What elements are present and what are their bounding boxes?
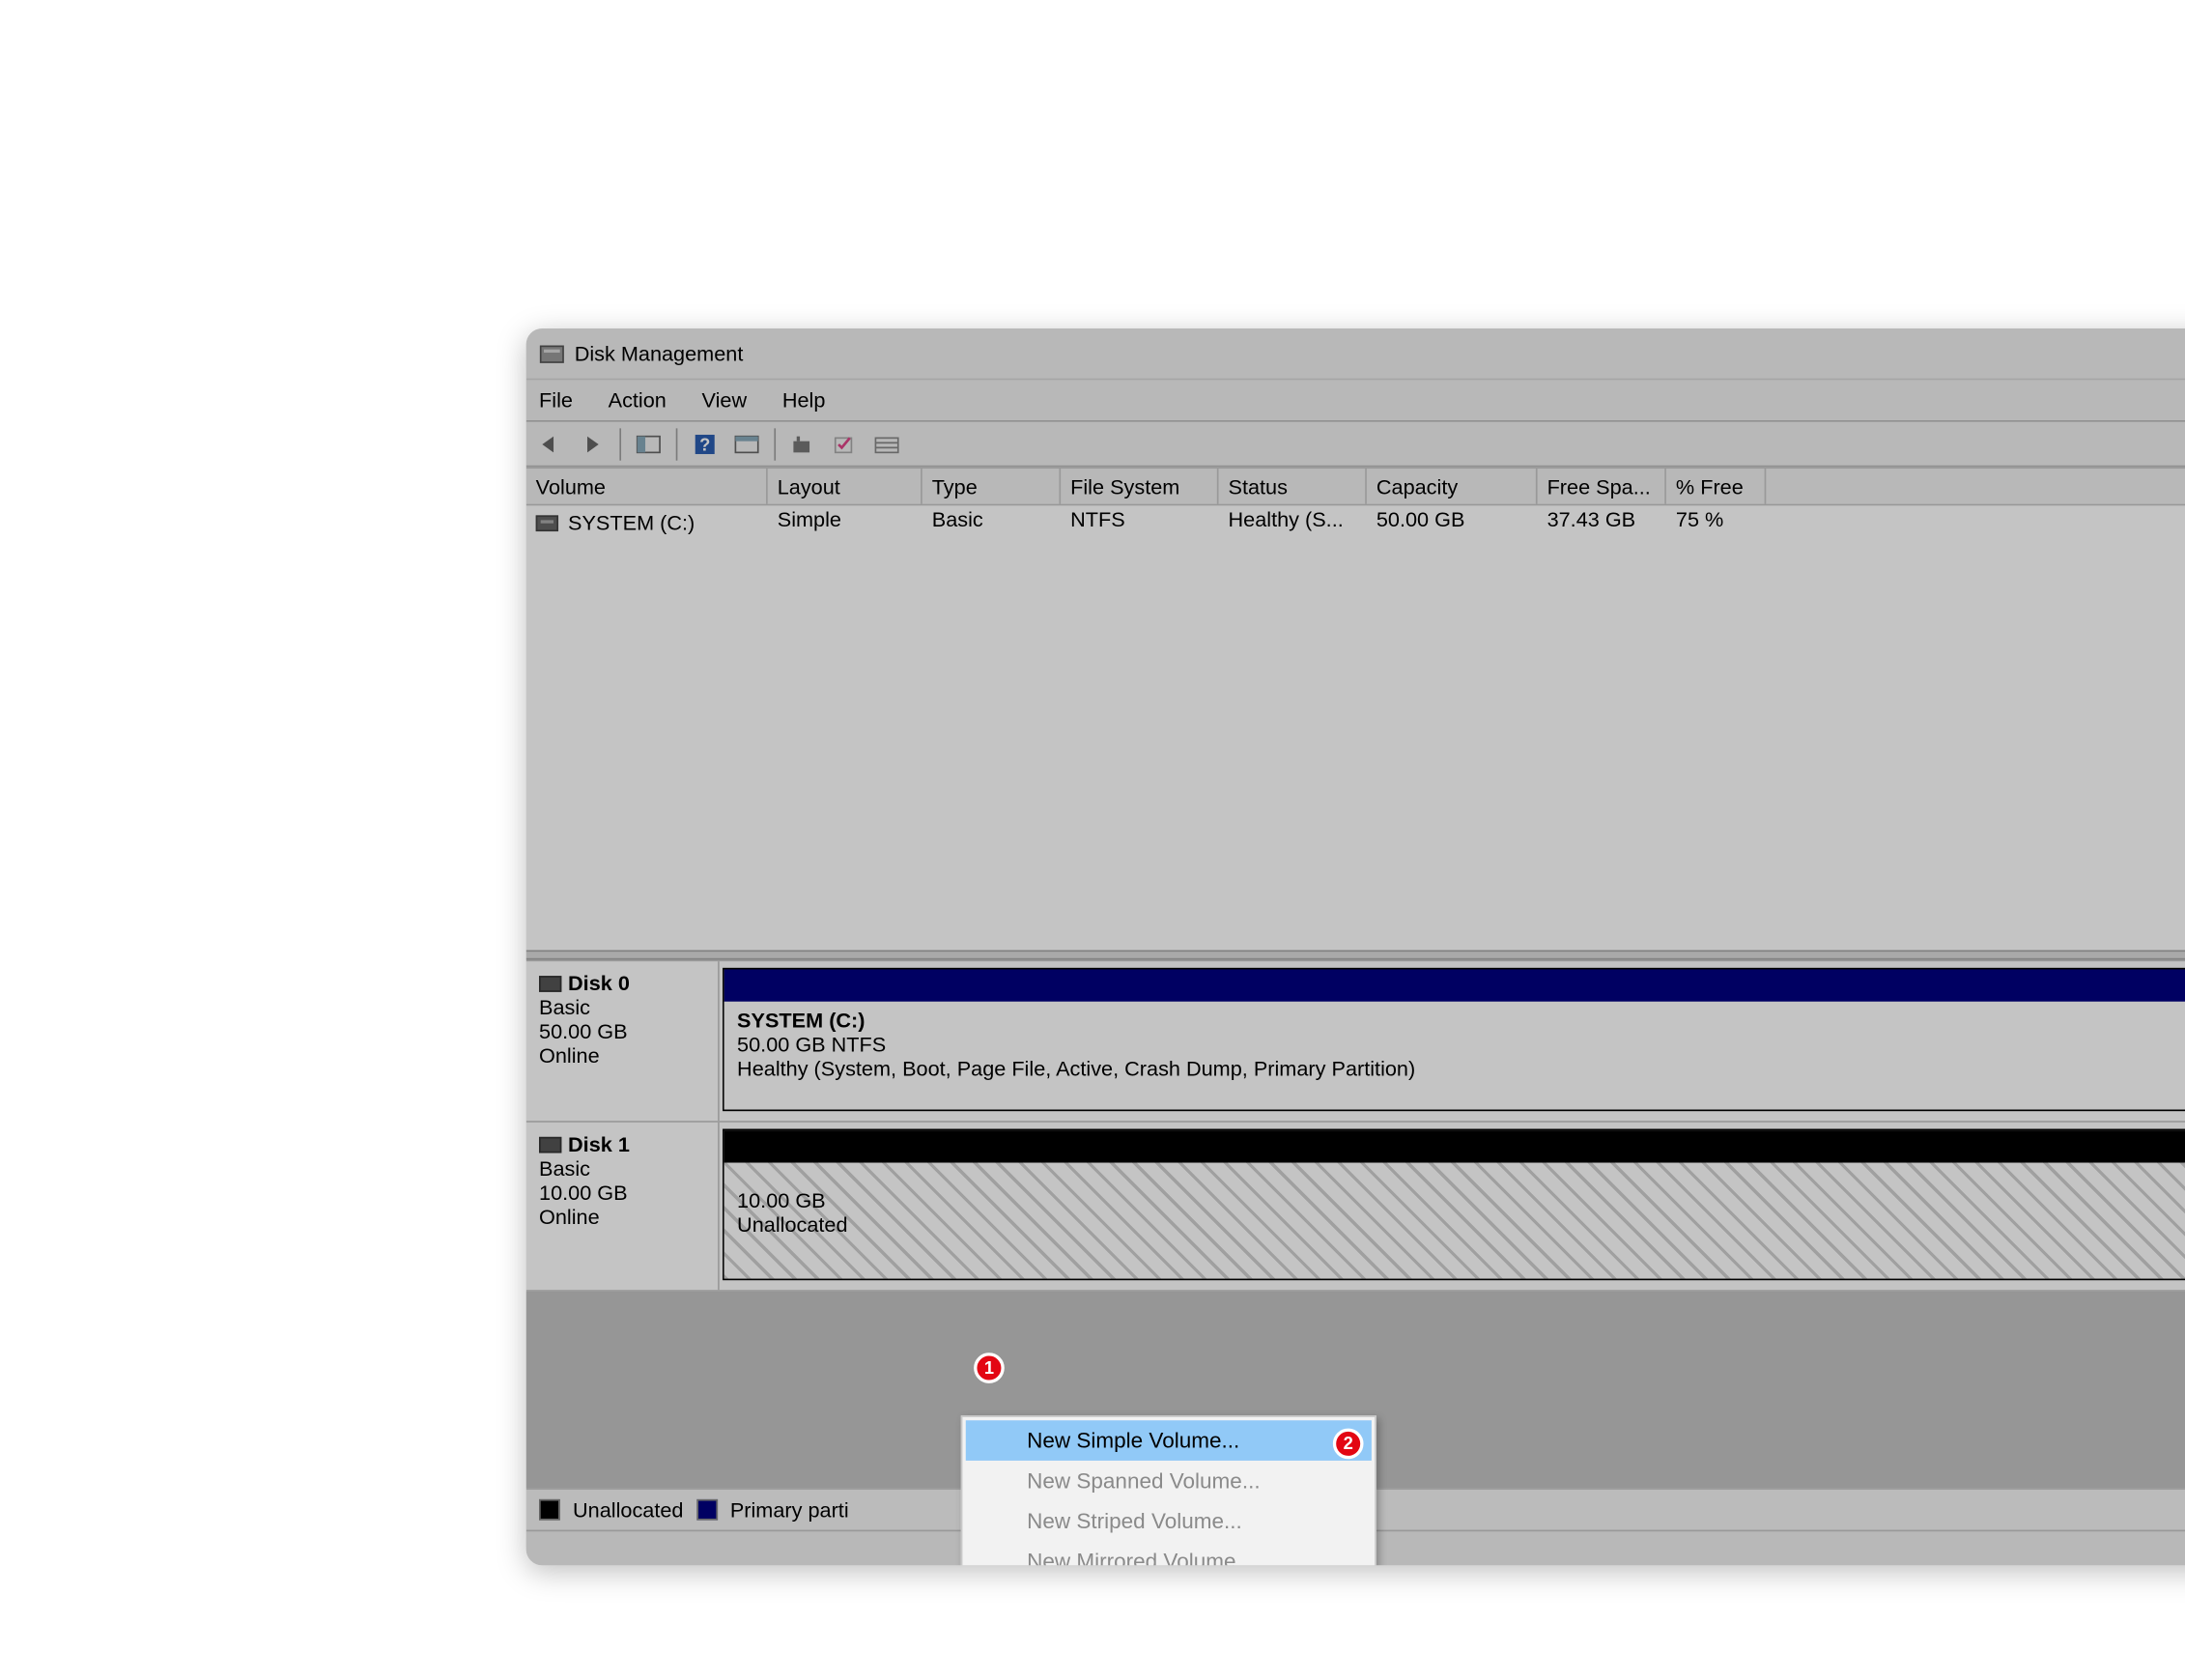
ctx-new-spanned-volume: New Spanned Volume... — [965, 1461, 1371, 1501]
volume-status: Healthy (S... — [1218, 505, 1366, 539]
menu-view[interactable]: View — [685, 386, 762, 413]
disk-0-partition-system[interactable]: SYSTEM (C:) 50.00 GB NTFS Healthy (Syste… — [723, 968, 2185, 1111]
disk-1-unallocated[interactable]: 10.00 GB Unallocated — [723, 1129, 2185, 1281]
toolbar: ? — [525, 422, 2185, 468]
titlebar: Disk Management — [525, 328, 2185, 380]
app-icon — [539, 341, 565, 367]
disk-icon — [539, 1136, 561, 1153]
volume-list[interactable]: SYSTEM (C:) Simple Basic NTFS Healthy (S… — [525, 505, 2185, 950]
volume-capacity: 50.00 GB — [1366, 505, 1537, 539]
col-filesystem[interactable]: File System — [1061, 469, 1218, 504]
context-menu: New Simple Volume... New Spanned Volume.… — [960, 1415, 1376, 1565]
disk-map: Disk 0 Basic 50.00 GB Online SYSTEM (C:)… — [525, 959, 2185, 1291]
col-status[interactable]: Status — [1218, 469, 1366, 504]
partition-header-primary — [724, 969, 2185, 1001]
disk-0-info[interactable]: Disk 0 Basic 50.00 GB Online — [525, 961, 719, 1121]
svg-text:?: ? — [699, 434, 710, 454]
refresh-icon[interactable] — [827, 426, 863, 462]
legend-swatch-primary — [695, 1499, 717, 1521]
menu-file[interactable]: File — [532, 386, 588, 413]
col-layout[interactable]: Layout — [767, 469, 922, 504]
menubar: File Action View Help — [525, 380, 2185, 421]
volume-layout: Simple — [767, 505, 922, 539]
menu-action[interactable]: Action — [591, 386, 682, 413]
disk-icon — [539, 975, 561, 991]
menu-help[interactable]: Help — [766, 386, 841, 413]
settings-icon[interactable] — [785, 426, 821, 462]
disk-1-info[interactable]: Disk 1 Basic 10.00 GB Online — [525, 1123, 719, 1290]
legend-label-primary: Primary parti — [729, 1497, 848, 1522]
volume-fs: NTFS — [1061, 505, 1218, 539]
ctx-new-striped-volume: New Striped Volume... — [965, 1501, 1371, 1542]
legend-label-unallocated: Unallocated — [573, 1497, 683, 1522]
legend-swatch-unallocated — [539, 1499, 560, 1521]
col-type[interactable]: Type — [922, 469, 1060, 504]
volume-list-header: Volume Layout Type File System Status Ca… — [525, 467, 2185, 505]
ctx-new-simple-volume[interactable]: New Simple Volume... — [965, 1420, 1371, 1461]
forward-button[interactable] — [574, 426, 610, 462]
col-volume[interactable]: Volume — [525, 469, 767, 504]
volume-icon — [535, 515, 557, 531]
disk-management-window: { "title": "Disk Management", "menus": {… — [525, 328, 2185, 1565]
volume-row[interactable]: SYSTEM (C:) Simple Basic NTFS Healthy (S… — [525, 505, 2185, 539]
callout-badge-1: 1 — [974, 1353, 1005, 1383]
show-hide-tree-button[interactable] — [631, 426, 667, 462]
callout-badge-2: 2 — [1332, 1429, 1363, 1460]
help-button[interactable]: ? — [687, 426, 723, 462]
window-title: Disk Management — [574, 341, 743, 365]
partition-header-unallocated — [724, 1130, 2185, 1162]
properties-button[interactable] — [728, 426, 764, 462]
splitter[interactable] — [525, 950, 2185, 959]
volume-name: SYSTEM (C:) — [568, 510, 695, 534]
col-free[interactable]: Free Spa... — [1537, 469, 1665, 504]
col-pctfree[interactable]: % Free — [1665, 469, 1765, 504]
back-button[interactable] — [532, 426, 568, 462]
col-capacity[interactable]: Capacity — [1366, 469, 1537, 504]
disk-row-1: Disk 1 Basic 10.00 GB Online 10.00 GB Un… — [525, 1123, 2185, 1292]
volume-type: Basic — [922, 505, 1060, 539]
volume-free: 37.43 GB — [1537, 505, 1665, 539]
volume-pctfree: 75 % — [1665, 505, 1765, 539]
disk-row-0: Disk 0 Basic 50.00 GB Online SYSTEM (C:)… — [525, 959, 2185, 1122]
ctx-new-mirrored-volume: New Mirrored Volume... — [965, 1541, 1371, 1565]
list-icon[interactable] — [868, 426, 904, 462]
